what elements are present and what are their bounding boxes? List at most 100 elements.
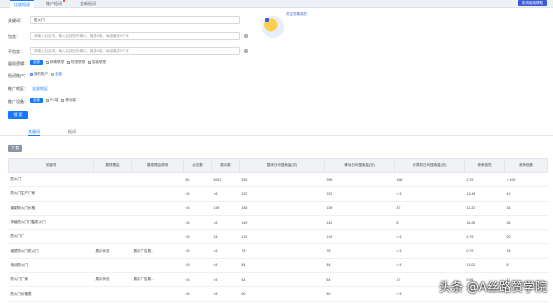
table-cell: 20 <box>504 229 548 245</box>
table-cell: 119 <box>239 229 325 245</box>
watermark: 头条 @A丝路赞学院 <box>438 280 547 294</box>
show-filter-group: 全部 精确联想 短语联想 智能联想 <box>30 60 106 65</box>
table-cell: <5 <box>183 201 212 216</box>
column-header[interactable]: 点击数 <box>183 158 212 173</box>
table-cell: 33 <box>504 201 548 216</box>
table-cell: 15 <box>504 243 548 259</box>
table-cell: <5 <box>183 272 212 288</box>
table-cell: 16.28 <box>464 215 505 231</box>
table-row[interactable]: 电动防火门 <5 <5 84 84 < 5 13.02 8 <box>8 258 548 274</box>
checkbox-icon <box>46 98 49 102</box>
table-cell: 78 <box>324 243 395 259</box>
table-cell: 13.02 <box>464 258 505 274</box>
column-header[interactable]: 移动日均搜索量(次) <box>324 158 395 173</box>
table-cell <box>93 186 132 202</box>
table-row[interactable]: 甲级防火门门槛防火门 <5 <5 149 142 8 16.28 28 <box>8 215 548 231</box>
download-button[interactable]: 下 载 <box>8 145 22 152</box>
table-cell: <5 <box>211 286 240 302</box>
table-cell: 84 <box>239 258 325 274</box>
option-label: 全部 <box>55 72 62 76</box>
option-label: 我的账户 <box>34 72 48 76</box>
exclude-label: 不包含： <box>8 49 24 54</box>
table-cell <box>131 286 184 302</box>
tab-keyword[interactable]: 关键词 <box>28 127 40 136</box>
tab-account-expand[interactable]: 账户拓词 <box>42 0 69 8</box>
column-header[interactable]: 展现理由 <box>93 158 132 173</box>
device-label: 推广设备： <box>8 99 28 104</box>
table-cell: 13.49 <box>464 186 505 202</box>
include-label: 包含： <box>8 34 20 39</box>
table-cell: <5 <box>211 258 240 274</box>
radio-all[interactable]: 全部 <box>51 72 62 77</box>
show-filter-smart[interactable]: 智能联想 <box>88 60 106 65</box>
tab-expand[interactable]: 拓词 <box>68 127 76 136</box>
tab-label: 全新拓词 <box>80 1 96 6</box>
table-cell: 64 <box>324 272 395 288</box>
show-filter-phrase[interactable]: 短语联想 <box>67 60 85 65</box>
table-cell: <5 <box>211 243 240 259</box>
table-cell: 399 <box>324 172 395 188</box>
region-link[interactable]: 全部地区 <box>32 86 48 92</box>
tab-compare-phrase[interactable]: 比较短语 <box>10 0 34 8</box>
table-cell: 119 <box>324 229 395 245</box>
checkbox-icon <box>46 60 49 64</box>
column-header[interactable]: 整体日均搜索量(次) <box>239 158 325 173</box>
table-row[interactable]: 防火门厂 <5 24 119 119 < 5 4.79 20 <box>8 229 548 245</box>
help-icon[interactable]: ? <box>244 49 248 53</box>
column-header[interactable]: 竞争激烈 <box>464 158 505 173</box>
device-pc[interactable]: PC端 <box>46 98 58 103</box>
table-cell: < 5 <box>394 229 465 245</box>
search-button[interactable]: 搜 索 <box>8 111 28 119</box>
table-cell: 166 <box>394 172 465 188</box>
table-cell: < 5 <box>394 258 465 274</box>
table-cell: 80 <box>183 172 212 188</box>
radio-my-account[interactable]: 我的账户 <box>30 72 48 77</box>
table-cell: 41 <box>504 186 548 202</box>
tab-label: 比较短语 <box>14 2 30 7</box>
column-header[interactable]: 展示数 <box>211 158 240 173</box>
table-cell: 78 <box>239 243 325 259</box>
show-filter-all[interactable]: 全部 <box>30 60 43 65</box>
expand-account-group: 我的账户 全部 <box>30 72 62 77</box>
exclude-input[interactable]: 请输入包含词，输入后按回车确认，最多5组，每组最多5个字 <box>30 47 240 55</box>
table-cell <box>131 215 184 231</box>
table-cell: <5 <box>183 186 212 202</box>
table-cell: 电动防火门 <box>8 258 94 274</box>
table-cell: <5 <box>183 286 212 302</box>
show-filter-label: 展现逻辑： <box>8 61 28 66</box>
radio-icon <box>30 72 33 76</box>
tab-new-expand[interactable]: 全新拓词 <box>76 0 100 8</box>
table-row[interactable]: 防火门 80 5931 593 399 166 2.75 < 100 <box>8 172 548 188</box>
table-cell: 142 <box>324 215 395 231</box>
table-row[interactable]: 钢质防火门防火门 展示状态 展示广告展... <5 <5 78 78 < 5 0.79 15 <box>8 243 548 259</box>
table-cell: 12.22 <box>464 201 505 216</box>
table-cell: 149 <box>239 215 325 231</box>
tab-label: 账户拓词 <box>46 1 62 6</box>
table-cell <box>131 172 184 188</box>
table-row[interactable]: 钢制防火门价格 <5 139 183 139 47 12.22 33 <box>8 201 548 216</box>
expand-account-label: 拓词账户： <box>8 73 28 78</box>
table-cell <box>131 201 184 216</box>
column-header[interactable]: 竞争指数 <box>504 158 548 173</box>
notification-dot <box>63 0 65 2</box>
table-cell <box>93 172 132 188</box>
include-input[interactable]: 请输入包含词，输入后按回车确认，最多5组，每组最多5个字 <box>30 32 240 40</box>
table-cell: 84 <box>324 258 395 274</box>
table-cell: 24 <box>211 229 240 245</box>
help-icon[interactable]: ? <box>244 34 248 38</box>
checkbox-icon <box>88 60 91 64</box>
device-all[interactable]: 全部 <box>30 98 43 103</box>
column-header[interactable]: 关键词 <box>8 158 94 173</box>
checkbox-icon <box>67 60 70 64</box>
help-button[interactable]: 拓词使用帮助 <box>518 0 547 6</box>
column-header[interactable]: 计算机日均搜索量(次) <box>394 158 465 173</box>
keyword-input[interactable]: 防火门 <box>30 16 240 24</box>
table-cell: 展示广告展... <box>131 272 184 288</box>
device-mobile[interactable]: 移动端 <box>61 98 76 103</box>
table-row[interactable]: 防火门生产厂家 <5 <5 222 222 < 5 13.49 41 <box>8 186 548 202</box>
table-cell: 0.79 <box>464 243 505 259</box>
show-filter-exact[interactable]: 精确联想 <box>46 60 64 65</box>
table-cell: <5 <box>211 215 240 231</box>
column-header[interactable]: 展现理由说明 <box>131 158 184 173</box>
table-cell: 60 <box>239 286 325 302</box>
